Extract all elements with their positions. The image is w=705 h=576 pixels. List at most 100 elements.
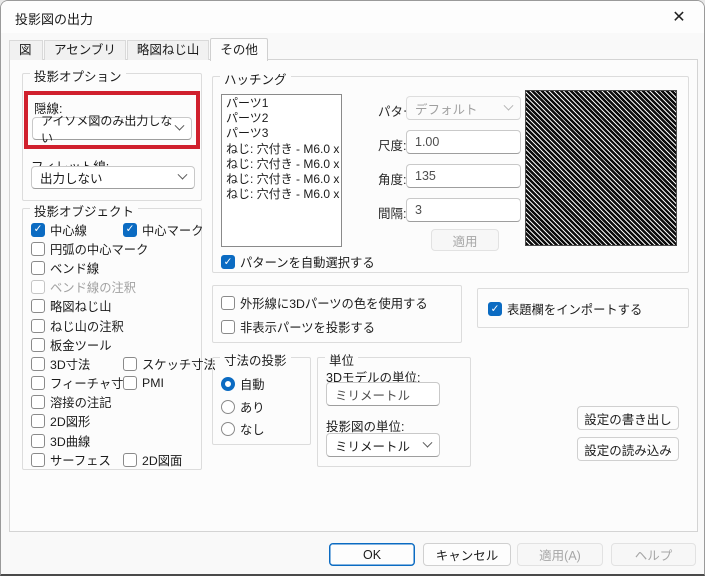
checkbox-bend-line[interactable]: ベンド線 [31, 259, 99, 277]
radio-selected-icon [221, 377, 235, 391]
checkbox-icon [31, 376, 45, 391]
checkbox-sketch-dimensions[interactable]: スケッチ寸法 [123, 355, 216, 373]
checkbox-icon [31, 318, 45, 333]
checkbox-icon [31, 260, 45, 275]
list-item[interactable]: パーツ1 [226, 96, 341, 111]
hidden-line-select[interactable]: アイソメ図のみ出力しない [32, 114, 192, 145]
checkbox-label: ベンド線 [50, 261, 100, 276]
checkbox-surfaces[interactable]: サーフェス [31, 451, 111, 469]
fillet-line-select[interactable]: 出力しない [31, 166, 195, 189]
list-item[interactable]: ねじ: 穴付き - M6.0 x 12 [226, 187, 341, 202]
import-settings-button[interactable]: 設定の読み込み [577, 437, 679, 461]
projection-options-group: 投影オプション 隠線: アイソメ図のみ出力しない フィレット線: 出力しない [22, 66, 202, 201]
radio-label: なし [240, 423, 265, 437]
checkbox-3d-curves[interactable]: 3D曲線 [31, 432, 90, 450]
scale-input[interactable] [406, 130, 521, 154]
projection-options-title: 投影オプション [30, 66, 126, 85]
checkbox-center-line[interactable]: 中心線 [31, 221, 87, 239]
checkbox-cosmetic-thread[interactable]: 略図ねじ山 [31, 297, 112, 315]
checkbox-icon [31, 452, 45, 467]
checkbox-icon [31, 299, 45, 314]
fillet-line-value: 出力しない [40, 172, 103, 186]
checkbox-center-mark[interactable]: 中心マーク [123, 221, 204, 239]
drawing-units-select[interactable]: ミリメートル [326, 433, 440, 457]
checkbox-thread-annotation[interactable]: ねじ山の注釈 [31, 317, 124, 335]
radio-icon [221, 400, 235, 414]
checkbox-2d-drawing[interactable]: 2D図面 [123, 451, 182, 469]
hidden-line-value: アイソメ図のみ出力しない [41, 113, 173, 145]
checkbox-checked-icon [31, 222, 45, 237]
checkbox-2d-figures[interactable]: 2D図形 [31, 412, 90, 430]
spacing-label: 間隔: [378, 207, 407, 221]
dialog-window: 投影図の出力 ✕ 図 アセンブリ 略図ねじ山 その他 投影オプション 隠線: ア… [0, 0, 705, 576]
model-units-input [326, 382, 440, 406]
angle-label: 角度: [378, 173, 407, 187]
angle-input[interactable] [406, 164, 521, 188]
checkbox-icon [123, 376, 137, 391]
tab-other[interactable]: その他 [210, 38, 268, 61]
checkbox-feature-dimensions[interactable]: フィーチャ寸法 [31, 374, 136, 392]
checkbox-icon [31, 241, 45, 256]
checkbox-label: 略図ねじ山 [50, 300, 112, 315]
checkbox-label: 外形線に3Dパーツの色を使用する [240, 297, 428, 311]
checkbox-icon [31, 395, 45, 410]
checkbox-label: ねじ山の注釈 [50, 319, 124, 334]
checkbox-project-hidden-parts[interactable]: 非表示パーツを投影する [221, 318, 375, 336]
checkbox-icon [123, 452, 137, 467]
checkbox-label: 中心マーク [142, 223, 204, 238]
checkbox-icon [31, 280, 45, 295]
checkbox-label: 溶接の注記 [50, 396, 112, 411]
checkbox-pmi[interactable]: PMI [123, 376, 164, 391]
tab-figure[interactable]: 図 [9, 40, 43, 60]
checkbox-label: 円弧の中心マーク [50, 242, 149, 257]
dimension-projection-group: 寸法の投影 自動 あり なし [212, 350, 311, 445]
checkbox-3d-dimensions[interactable]: 3D寸法 [31, 355, 90, 373]
tab-cosmetic-thread[interactable]: 略図ねじ山 [126, 40, 210, 60]
checkbox-checked-icon [221, 255, 235, 269]
projection-objects-title: 投影オブジェクト [30, 201, 139, 220]
drawing-units-value: ミリメートル [335, 439, 411, 454]
checkbox-label: 表題欄をインポートする [507, 303, 643, 317]
checkbox-icon [31, 433, 45, 448]
chevron-down-icon [422, 437, 433, 448]
cancel-button[interactable]: キャンセル [423, 543, 511, 566]
checkbox-use-3d-part-color[interactable]: 外形線に3Dパーツの色を使用する [221, 294, 428, 312]
projection-objects-group: 投影オブジェクト 中心線 中心マーク 円弧の中心マーク ベンド線 ベンド線の注釈… [22, 201, 216, 470]
checkbox-label: 非表示パーツを投影する [240, 321, 376, 335]
radio-icon [221, 422, 235, 436]
dimension-projection-title: 寸法の投影 [220, 350, 291, 369]
radio-without[interactable]: なし [221, 420, 265, 438]
radio-auto[interactable]: 自動 [221, 375, 265, 393]
checkbox-checked-icon [123, 222, 137, 237]
list-item[interactable]: ねじ: 穴付き - M6.0 x 12 [226, 157, 341, 172]
list-item[interactable]: ねじ: 穴付き - M6.0 x 12 [226, 142, 341, 157]
checkbox-icon [31, 356, 45, 371]
checkbox-arc-center-mark[interactable]: 円弧の中心マーク [31, 240, 148, 258]
checkbox-icon [123, 356, 137, 371]
close-button[interactable]: ✕ [662, 4, 696, 30]
list-item[interactable]: パーツ2 [226, 111, 341, 126]
checkbox-import-title-block[interactable]: 表題欄をインポートする [488, 300, 642, 318]
help-button: ヘルプ [611, 543, 696, 566]
ok-button[interactable]: OK [329, 543, 415, 566]
checkbox-weld-notes[interactable]: 溶接の注記 [31, 393, 112, 411]
close-icon: ✕ [672, 9, 686, 26]
checkbox-icon [31, 337, 45, 352]
chevron-down-icon [174, 120, 185, 131]
parts-listbox[interactable]: パーツ1 パーツ2 パーツ3 ねじ: 穴付き - M6.0 x 12 ねじ: 穴… [221, 94, 342, 247]
tab-assembly[interactable]: アセンブリ [44, 40, 126, 60]
window-title: 投影図の出力 [15, 12, 94, 27]
hatching-group: ハッチング パーツ1 パーツ2 パーツ3 ねじ: 穴付き - M6.0 x 12… [212, 69, 689, 273]
checkbox-label: 2D図面 [142, 453, 183, 468]
radio-with[interactable]: あり [221, 398, 265, 416]
pattern-select: デフォルト [406, 96, 521, 120]
checkbox-label: PMI [142, 376, 164, 391]
checkbox-sheet-metal-tools[interactable]: 板金ツール [31, 336, 112, 354]
checkbox-auto-select-pattern[interactable]: パターンを自動選択する [221, 253, 375, 271]
checkbox-label: サーフェス [50, 453, 111, 468]
list-item[interactable]: ねじ: 穴付き - M6.0 x 12 [226, 172, 341, 187]
list-item[interactable]: パーツ3 [226, 126, 341, 141]
spacing-input[interactable] [406, 198, 521, 222]
export-settings-button[interactable]: 設定の書き出し [577, 406, 679, 430]
checkbox-label: 2D図形 [50, 415, 91, 430]
